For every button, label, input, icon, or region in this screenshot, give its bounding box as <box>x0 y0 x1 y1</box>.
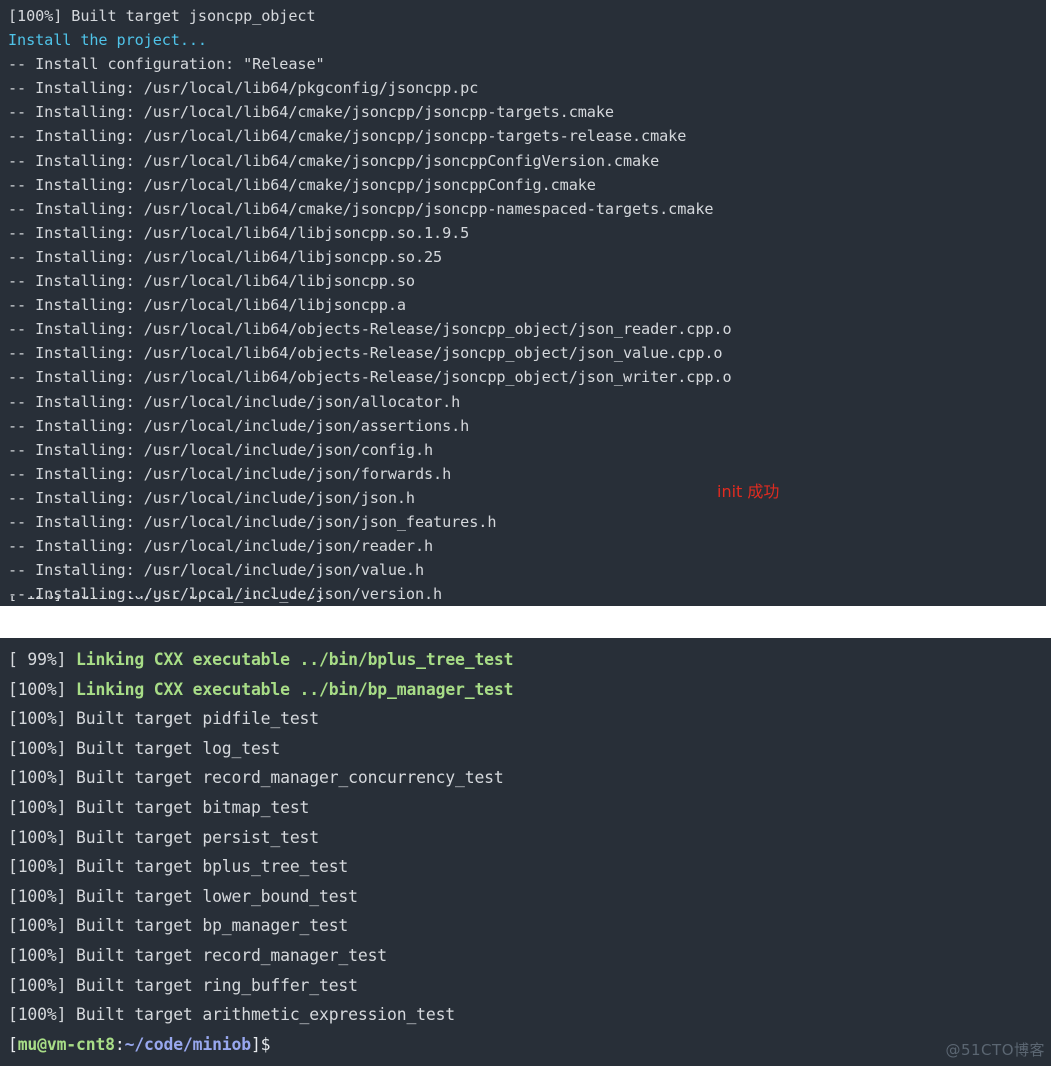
terminal-line: -- Installing: /usr/local/lib64/objects-… <box>8 368 732 387</box>
terminal-line-segment: [100%] Built target pidfile_test <box>8 709 319 729</box>
terminal-line-segment: [100%] Built target bplus_tree_test <box>8 857 349 877</box>
terminal-line: [100%] Built target record_manager_test <box>8 941 1051 971</box>
terminal-line: -- Installing: /usr/local/lib64/cmake/js… <box>8 103 614 122</box>
terminal-line: -- Installing: /usr/local/include/json/j… <box>8 488 415 507</box>
terminal-line-segment: [100%] Built target record_manager_concu… <box>8 768 504 788</box>
terminal-line-segment: [100%] Built target persist_test <box>8 827 319 847</box>
terminal-line: -- Installing: /usr/local/lib64/cmake/js… <box>8 199 714 218</box>
panel-separator-gap <box>0 606 1051 638</box>
annotation-init-success: init 成功 <box>717 482 780 501</box>
terminal-line: [100%] Built target jsoncpp_object <box>8 7 316 25</box>
terminal-line-segment: [100%] <box>8 679 77 699</box>
terminal-line: -- Installing: /usr/local/lib64/libjsonc… <box>8 223 470 242</box>
terminal-line: -- Installing: /usr/local/include/json/r… <box>8 537 434 556</box>
terminal-line: [100%] Built target persist_test <box>8 823 1051 853</box>
install-output-lines: [100%] Built target jsoncpp_object Instal… <box>8 4 1046 606</box>
terminal-line: [100%] Built target log_test <box>8 734 1051 764</box>
terminal-prompt-line[interactable]: [mu@vm-cnt8:~/code/miniob]$ <box>8 1030 1051 1060</box>
terminal-panel-install[interactable]: [100%] Built target jsoncpp_object Instal… <box>0 0 1046 606</box>
terminal-line-segment: Linking CXX executable ../bin/bp_manager… <box>76 679 514 699</box>
terminal-line: -- Installing: /usr/local/lib64/libjsonc… <box>8 247 443 266</box>
install-clipped-line-row: [ 12%] Built target bplus_tree_test <box>8 596 1008 606</box>
screenshot-root: [100%] Built target jsoncpp_object Instal… <box>0 0 1051 1066</box>
terminal-line: -- Installing: /usr/local/include/json/f… <box>8 464 452 483</box>
terminal-line: -- Installing: /usr/local/include/json/a… <box>8 392 461 411</box>
terminal-line: [100%] Built target lower_bound_test <box>8 882 1051 912</box>
terminal-line-segment: ~/code/miniob <box>124 1034 251 1054</box>
terminal-line: -- Installing: /usr/local/lib64/pkgconfi… <box>8 79 479 98</box>
terminal-line: [ 99%] Linking CXX executable ../bin/bpl… <box>8 645 1051 675</box>
terminal-panel-build[interactable]: [ 99%] Linking CXX executable ../bin/bpl… <box>0 638 1051 1066</box>
terminal-line: [100%] Built target bitmap_test <box>8 793 1051 823</box>
terminal-line: -- Installing: /usr/local/include/json/j… <box>8 512 497 531</box>
terminal-line: [100%] Built target ring_buffer_test <box>8 971 1051 1001</box>
terminal-line-segment: mu@vm-cnt8 <box>17 1034 115 1054</box>
terminal-line: -- Installing: /usr/local/lib64/cmake/js… <box>8 175 596 194</box>
terminal-line-segment: [ 99%] <box>8 650 77 669</box>
terminal-line-segment: : <box>114 1034 125 1054</box>
terminal-line: -- Installing: /usr/local/lib64/libjsonc… <box>8 272 415 291</box>
build-output-lines: [ 99%] Linking CXX executable ../bin/bpl… <box>8 645 1051 1059</box>
terminal-line: [100%] Built target pidfile_test <box>8 704 1051 734</box>
terminal-line: [100%] Linking CXX executable ../bin/bp_… <box>8 675 1051 705</box>
terminal-line: [100%] Built target bp_manager_test <box>8 911 1051 941</box>
install-clipped-line: [ 12%] Built target bplus_tree_test <box>8 596 1008 606</box>
terminal-line-segment: [100%] Built target ring_buffer_test <box>8 975 358 995</box>
terminal-line: -- Installing: /usr/local/lib64/cmake/js… <box>8 127 687 146</box>
terminal-line-segment: [100%] Built target record_manager_test <box>8 945 388 965</box>
terminal-line: [100%] Built target arithmetic_expressio… <box>8 1000 1051 1030</box>
terminal-line: -- Installing: /usr/local/lib64/objects-… <box>8 344 723 363</box>
terminal-line: -- Installing: /usr/local/include/json/v… <box>8 561 425 580</box>
terminal-line: -- Installing: /usr/local/lib64/cmake/js… <box>8 151 660 170</box>
terminal-line: -- Installing: /usr/local/include/json/a… <box>8 416 470 435</box>
terminal-line-segment: [100%] Built target arithmetic_expressio… <box>8 1005 456 1025</box>
terminal-line-segment: ]$ <box>250 1034 271 1054</box>
watermark-label: @51CTO博客 <box>945 1041 1045 1059</box>
terminal-line-segment: [ <box>8 1034 18 1054</box>
terminal-line: [100%] Built target record_manager_concu… <box>8 763 1051 793</box>
terminal-line: Install the project... <box>8 31 207 50</box>
terminal-line: [100%] Built target bplus_tree_test <box>8 852 1051 882</box>
terminal-line-segment: Linking CXX executable ../bin/bplus_tree… <box>76 650 514 669</box>
terminal-line-segment: [100%] Built target log_test <box>8 738 281 758</box>
terminal-line: -- Install configuration: "Release" <box>8 55 325 74</box>
terminal-line: -- Installing: /usr/local/include/json/c… <box>8 440 434 459</box>
terminal-line-segment: [100%] Built target bp_manager_test <box>8 916 349 936</box>
terminal-line: -- Installing: /usr/local/lib64/objects-… <box>8 320 732 339</box>
terminal-line-segment: [100%] Built target lower_bound_test <box>8 886 358 906</box>
terminal-line-segment: [100%] Built target bitmap_test <box>8 797 310 817</box>
terminal-line: -- Installing: /usr/local/lib64/libjsonc… <box>8 296 406 315</box>
